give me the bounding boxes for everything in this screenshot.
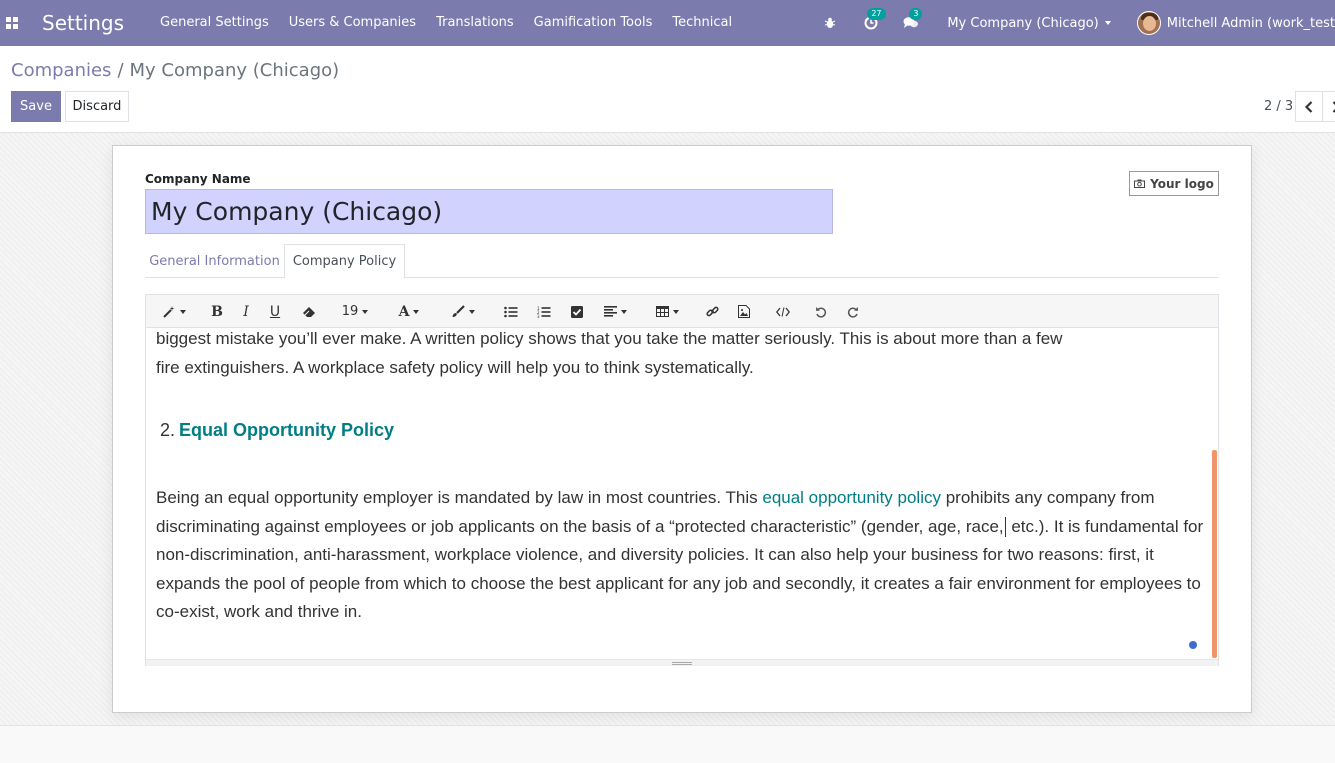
italic-button[interactable]: I bbox=[238, 295, 254, 328]
insert-media-button[interactable] bbox=[734, 295, 754, 328]
redo-icon bbox=[847, 306, 858, 318]
your-logo-label: Your logo bbox=[1150, 176, 1214, 191]
activity-count-badge: 27 bbox=[867, 8, 886, 20]
policy-paragraph-workplace-safety: biggest mistake you’ll ever make. A writ… bbox=[156, 328, 1206, 382]
menu-technical[interactable]: Technical bbox=[662, 0, 742, 46]
font-size-dropdown[interactable]: 19 bbox=[338, 295, 372, 328]
heading-text: Equal Opportunity Policy bbox=[179, 420, 395, 440]
undo-icon bbox=[816, 306, 827, 318]
chevron-left-icon bbox=[1305, 100, 1313, 113]
policy-heading-equal-opportunity: 2. Equal Opportunity Policy bbox=[160, 420, 394, 441]
highlight-color-dropdown[interactable] bbox=[446, 295, 480, 328]
messages-count-badge: 3 bbox=[909, 8, 923, 20]
breadcrumb-separator: / bbox=[117, 60, 124, 81]
file-image-icon bbox=[738, 305, 750, 318]
breadcrumb-current: My Company (Chicago) bbox=[129, 60, 340, 81]
ordered-list-button[interactable]: 123 bbox=[534, 295, 554, 328]
company-switcher-label: My Company (Chicago) bbox=[947, 15, 1099, 31]
undo-button[interactable] bbox=[811, 295, 831, 328]
form-tabs: General Information Company Policy bbox=[145, 244, 1219, 279]
bug-icon[interactable] bbox=[817, 0, 843, 46]
messages-chat-icon[interactable]: 3 bbox=[895, 0, 927, 46]
bold-button[interactable]: B bbox=[208, 295, 226, 328]
eraser-icon bbox=[303, 306, 315, 317]
editor-scrollbar[interactable] bbox=[1212, 450, 1217, 658]
footer-strip bbox=[0, 725, 1335, 763]
magic-wand-style-button[interactable] bbox=[160, 295, 188, 328]
paragraph-text: Being an equal opportunity employer is m… bbox=[156, 488, 763, 507]
editor-content[interactable]: biggest mistake you’ll ever make. A writ… bbox=[146, 328, 1218, 659]
chevron-down-icon bbox=[1104, 21, 1111, 25]
apps-menu-icon[interactable] bbox=[0, 0, 24, 46]
navbar-systray: 27 3 My Company (Chicago) Mitchell Admin… bbox=[817, 0, 1335, 46]
company-switcher[interactable]: My Company (Chicago) bbox=[947, 15, 1111, 31]
form-sheet: Company Name Your logo General Informati… bbox=[112, 145, 1252, 713]
editor-toolbar: B I U 19 A 123 bbox=[146, 295, 1218, 328]
redo-button[interactable] bbox=[843, 295, 863, 328]
menu-general-settings[interactable]: General Settings bbox=[150, 0, 279, 46]
link-icon bbox=[705, 306, 719, 317]
underline-button[interactable]: U bbox=[266, 295, 284, 328]
user-menu-name[interactable]: Mitchell Admin (work_test bbox=[1167, 16, 1335, 31]
numbered-list-icon: 123 bbox=[537, 306, 551, 318]
policy-paragraph-equal-opportunity: Being an equal opportunity employer is m… bbox=[156, 484, 1206, 627]
unordered-list-button[interactable] bbox=[501, 295, 521, 328]
bullet-list-icon bbox=[504, 306, 518, 317]
eraser-button[interactable] bbox=[298, 295, 320, 328]
table-icon bbox=[655, 306, 669, 317]
top-navbar: Settings General Settings Users & Compan… bbox=[0, 0, 1335, 46]
equal-opportunity-policy-link[interactable]: equal opportunity policy bbox=[762, 488, 941, 507]
text-cursor bbox=[1004, 517, 1006, 538]
editor-drag-handle[interactable] bbox=[1189, 641, 1197, 649]
paragraph-line: fire extinguishers. A workplace safety p… bbox=[156, 357, 754, 377]
paint-brush-icon bbox=[452, 305, 465, 317]
user-avatar[interactable] bbox=[1136, 11, 1161, 35]
breadcrumb-companies-link[interactable]: Companies bbox=[11, 60, 111, 81]
svg-text:3: 3 bbox=[537, 314, 540, 318]
paragraph-align-dropdown[interactable] bbox=[600, 295, 630, 328]
font-color-dropdown[interactable]: A bbox=[392, 295, 426, 328]
align-left-icon bbox=[603, 306, 617, 317]
heading-number: 2. bbox=[160, 420, 176, 440]
save-button[interactable]: Save bbox=[11, 91, 61, 122]
company-name-label: Company Name bbox=[145, 172, 251, 186]
tab-general-information[interactable]: General Information bbox=[145, 244, 284, 278]
font-color-icon: A bbox=[398, 303, 410, 320]
checklist-button[interactable] bbox=[567, 295, 587, 328]
menu-users-companies[interactable]: Users & Companies bbox=[279, 0, 426, 46]
your-logo-button[interactable]: Your logo bbox=[1129, 171, 1219, 196]
pager-next-button[interactable] bbox=[1322, 91, 1335, 122]
camera-icon bbox=[1134, 179, 1146, 188]
paragraph-line: biggest mistake you’ll ever make. A writ… bbox=[156, 329, 1063, 348]
company-name-input[interactable] bbox=[145, 189, 833, 234]
app-title[interactable]: Settings bbox=[42, 11, 124, 35]
html-editor: B I U 19 A 123 biggest mistake you’ll ev… bbox=[145, 294, 1219, 666]
editor-resize-handle[interactable] bbox=[146, 659, 1218, 666]
insert-link-button[interactable] bbox=[702, 295, 722, 328]
code-icon bbox=[776, 306, 790, 317]
code-view-button[interactable] bbox=[772, 295, 794, 328]
breadcrumb: Companies / My Company (Chicago) bbox=[11, 60, 339, 81]
checkbox-icon bbox=[571, 305, 583, 318]
discard-button[interactable]: Discard bbox=[65, 91, 129, 122]
control-panel: Companies / My Company (Chicago) Save Di… bbox=[0, 46, 1335, 133]
table-dropdown[interactable] bbox=[652, 295, 682, 328]
tab-company-policy[interactable]: Company Policy bbox=[284, 244, 405, 279]
pager-previous-button[interactable] bbox=[1295, 91, 1323, 122]
pager-value[interactable]: 2 / 3 bbox=[1264, 99, 1293, 114]
menu-translations[interactable]: Translations bbox=[426, 0, 524, 46]
font-size-value: 19 bbox=[341, 304, 359, 319]
magic-wand-icon bbox=[162, 306, 174, 318]
menu-gamification-tools[interactable]: Gamification Tools bbox=[524, 0, 663, 46]
activity-clock-icon[interactable]: 27 bbox=[853, 0, 889, 46]
